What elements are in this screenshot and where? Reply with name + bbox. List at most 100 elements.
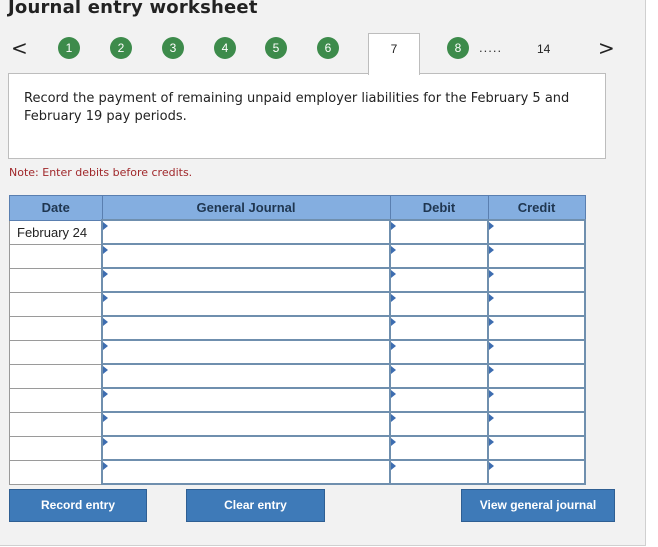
credit-input[interactable]	[487, 243, 586, 269]
debit-input[interactable]	[389, 363, 489, 389]
dropdown-marker-icon	[103, 390, 108, 398]
step-3-button[interactable]: 3	[162, 37, 184, 59]
account-input[interactable]	[101, 267, 391, 293]
debit-input[interactable]	[389, 459, 489, 485]
page-title: Journal entry worksheet	[8, 0, 258, 18]
dropdown-marker-icon	[391, 222, 396, 230]
date-cell	[9, 267, 103, 293]
debit-input[interactable]	[389, 435, 489, 461]
steps-ellipsis: .....	[479, 40, 503, 55]
credit-input[interactable]	[487, 219, 586, 245]
dropdown-marker-icon	[391, 438, 396, 446]
credit-input[interactable]	[487, 459, 586, 485]
account-input[interactable]	[101, 243, 391, 269]
debit-input[interactable]	[389, 267, 489, 293]
table-row: February 24	[9, 219, 586, 245]
dropdown-marker-icon	[391, 414, 396, 422]
account-input[interactable]	[101, 411, 391, 437]
step-2-button[interactable]: 2	[110, 37, 132, 59]
date-cell	[9, 363, 103, 389]
table-row	[9, 339, 586, 365]
date-cell	[9, 435, 103, 461]
step-7-active-tab[interactable]: 7	[368, 33, 420, 75]
credit-input[interactable]	[487, 435, 586, 461]
worksheet-frame: Journal entry worksheet < 1 2 3 4 5 6 7 …	[0, 0, 646, 546]
table-row	[9, 363, 586, 389]
dropdown-marker-icon	[103, 414, 108, 422]
journal-table: Date General Journal Debit Credit Februa…	[9, 195, 586, 485]
date-cell	[9, 315, 103, 341]
credit-input[interactable]	[487, 315, 586, 341]
dropdown-marker-icon	[489, 462, 494, 470]
table-row	[9, 267, 586, 293]
dropdown-marker-icon	[391, 390, 396, 398]
header-general-journal: General Journal	[101, 195, 391, 221]
dropdown-marker-icon	[391, 342, 396, 350]
credit-input[interactable]	[487, 291, 586, 317]
note-text: Note: Enter debits before credits.	[9, 166, 193, 179]
dropdown-marker-icon	[391, 294, 396, 302]
credit-input[interactable]	[487, 267, 586, 293]
record-entry-button[interactable]: Record entry	[9, 489, 147, 522]
date-cell: February 24	[9, 219, 103, 245]
account-input[interactable]	[101, 291, 391, 317]
prev-arrow-icon[interactable]: <	[11, 38, 28, 58]
debit-input[interactable]	[389, 291, 489, 317]
debit-input[interactable]	[389, 315, 489, 341]
account-input[interactable]	[101, 339, 391, 365]
step-1-button[interactable]: 1	[58, 37, 80, 59]
dropdown-marker-icon	[391, 366, 396, 374]
dropdown-marker-icon	[103, 342, 108, 350]
table-row	[9, 459, 586, 485]
dropdown-marker-icon	[103, 246, 108, 254]
step-14-button[interactable]: 14	[537, 42, 550, 56]
dropdown-marker-icon	[391, 246, 396, 254]
dropdown-marker-icon	[489, 246, 494, 254]
account-input[interactable]	[101, 459, 391, 485]
dropdown-marker-icon	[489, 414, 494, 422]
dropdown-marker-icon	[489, 222, 494, 230]
credit-input[interactable]	[487, 363, 586, 389]
debit-input[interactable]	[389, 411, 489, 437]
step-6-button[interactable]: 6	[317, 37, 339, 59]
date-cell	[9, 387, 103, 413]
credit-input[interactable]	[487, 411, 586, 437]
dropdown-marker-icon	[103, 222, 108, 230]
header-credit: Credit	[487, 195, 586, 221]
debit-input[interactable]	[389, 387, 489, 413]
date-cell	[9, 459, 103, 485]
next-arrow-icon[interactable]: >	[598, 38, 615, 58]
dropdown-marker-icon	[489, 390, 494, 398]
credit-input[interactable]	[487, 387, 586, 413]
dropdown-marker-icon	[489, 342, 494, 350]
dropdown-marker-icon	[391, 318, 396, 326]
instruction-panel: Record the payment of remaining unpaid e…	[8, 73, 606, 159]
dropdown-marker-icon	[103, 270, 108, 278]
debit-input[interactable]	[389, 243, 489, 269]
account-input[interactable]	[101, 363, 391, 389]
date-cell	[9, 243, 103, 269]
table-row	[9, 387, 586, 413]
view-general-journal-button[interactable]: View general journal	[461, 489, 615, 522]
debit-input[interactable]	[389, 339, 489, 365]
dropdown-marker-icon	[103, 366, 108, 374]
clear-entry-button[interactable]: Clear entry	[186, 489, 325, 522]
step-5-button[interactable]: 5	[265, 37, 287, 59]
date-cell	[9, 339, 103, 365]
account-input[interactable]	[101, 435, 391, 461]
credit-input[interactable]	[487, 339, 586, 365]
dropdown-marker-icon	[489, 294, 494, 302]
step-8-button[interactable]: 8	[447, 37, 469, 59]
instruction-text: Record the payment of remaining unpaid e…	[24, 91, 570, 124]
dropdown-marker-icon	[391, 270, 396, 278]
debit-input[interactable]	[389, 219, 489, 245]
account-input[interactable]	[101, 387, 391, 413]
table-row	[9, 411, 586, 437]
header-date: Date	[9, 195, 103, 221]
account-input[interactable]	[101, 315, 391, 341]
account-input[interactable]	[101, 219, 391, 245]
dropdown-marker-icon	[103, 294, 108, 302]
dropdown-marker-icon	[103, 438, 108, 446]
step-4-button[interactable]: 4	[214, 37, 236, 59]
dropdown-marker-icon	[391, 462, 396, 470]
